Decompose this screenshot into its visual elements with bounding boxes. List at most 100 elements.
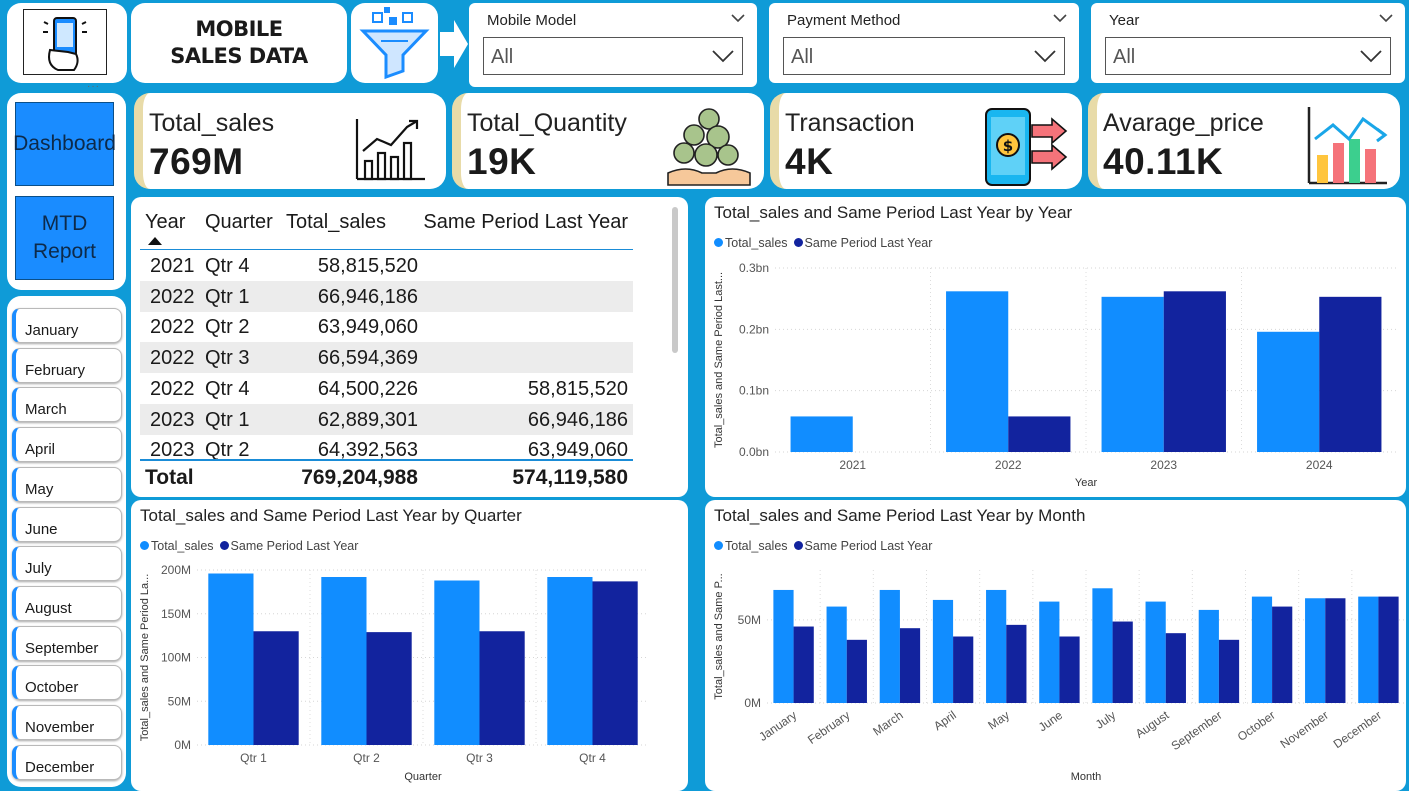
table-row: 2022 Qtr 3 66,594,369: [140, 342, 633, 374]
month-button-january[interactable]: January: [12, 308, 122, 343]
bar-same-period-qtr-2[interactable]: [366, 632, 412, 745]
bar-total-sales-2021[interactable]: [790, 416, 853, 452]
bar-same-period-qtr-1[interactable]: [253, 631, 299, 745]
cell-year: 2023: [150, 408, 195, 431]
chevron-down-icon[interactable]: [731, 11, 745, 25]
bar-same-period-qtr-4[interactable]: [592, 581, 638, 745]
bar-total-sales-qtr-3[interactable]: [434, 580, 480, 746]
bar-same-period-2024[interactable]: [1319, 296, 1382, 452]
month-label: August: [25, 599, 72, 617]
cell-same-period: 58,815,520: [527, 377, 628, 400]
bar-total-sales-2024[interactable]: [1257, 331, 1320, 452]
month-button-november[interactable]: November: [12, 705, 122, 740]
month-button-july[interactable]: July: [12, 546, 122, 582]
x-tick-label: November: [1278, 708, 1331, 751]
bar-total-sales-qtr-2[interactable]: [321, 577, 367, 745]
month-label: June: [25, 520, 58, 538]
kpi-value: 40.11K: [1103, 141, 1224, 182]
month-button-february[interactable]: February: [12, 347, 122, 383]
cell-year: 2022: [150, 347, 195, 370]
bar-total-sales-qtr-4[interactable]: [547, 577, 593, 745]
month-button-october[interactable]: October: [12, 665, 122, 701]
y-axis-title: Total_sales and Same P...: [713, 573, 725, 699]
bar-total-sales-april[interactable]: [932, 599, 954, 703]
bar-total-sales-july[interactable]: [1092, 588, 1113, 703]
total-sales-value: 769,204,988: [301, 466, 418, 489]
more-options-icon[interactable]: ···: [87, 81, 100, 92]
mtd-report-button[interactable]: MTD Report: [15, 196, 114, 280]
year-bar-chart: 0.0bn 0.1bn 0.2bn 0.3bn 2021 2022 2023 2024 Year…: [713, 261, 1397, 489]
y-tick-label: 150M: [161, 607, 191, 621]
month-button-march[interactable]: March: [12, 387, 122, 423]
bar-same-period-october[interactable]: [1272, 606, 1293, 703]
bar-total-sales-december[interactable]: [1358, 596, 1379, 703]
bar-same-period-may[interactable]: [1006, 624, 1027, 703]
payment-method-dropdown[interactable]: All: [783, 37, 1065, 75]
slicer-payment-method[interactable]: Payment Method All: [769, 3, 1079, 83]
bar-total-sales-january[interactable]: [773, 589, 794, 703]
kpi-value: 19K: [467, 141, 537, 182]
y-tick-label: 0M: [174, 738, 191, 752]
table-scrollbar[interactable]: [672, 207, 678, 353]
year-dropdown[interactable]: All: [1105, 37, 1391, 75]
bar-same-period-august[interactable]: [1165, 633, 1186, 703]
x-tick-label: 2023: [1150, 458, 1177, 472]
y-tick-label: 0.2bn: [739, 322, 769, 336]
chevron-down-icon[interactable]: [1379, 11, 1393, 25]
x-tick-label: 2021: [839, 458, 866, 472]
bar-same-period-february[interactable]: [846, 639, 867, 703]
month-button-august[interactable]: August: [12, 585, 122, 621]
x-tick-label: June: [1036, 708, 1066, 735]
x-axis-title: Month: [1071, 771, 1102, 783]
bar-same-period-march[interactable]: [899, 628, 921, 703]
column-header-total-sales[interactable]: Total_sales: [286, 211, 386, 234]
y-axis-title: Total_sales and Same Period La...: [139, 574, 151, 742]
column-header-same-period[interactable]: Same Period Last Year: [423, 211, 628, 234]
bar-same-period-july[interactable]: [1112, 621, 1133, 703]
phone-transfer-icon: $: [985, 108, 1068, 186]
column-header-quarter[interactable]: Quarter: [205, 211, 273, 234]
chevron-down-icon[interactable]: [1053, 11, 1067, 25]
table-row: 2022 Qtr 1 66,946,186: [140, 280, 633, 312]
page-title: MOBILE SALES DATA: [170, 17, 308, 68]
bar-total-sales-october[interactable]: [1251, 596, 1273, 703]
bar-same-period-september[interactable]: [1218, 639, 1240, 703]
bar-same-period-december[interactable]: [1378, 596, 1399, 703]
bar-total-sales-september[interactable]: [1198, 609, 1219, 703]
chart-by-year: Total_sales and Same Period Last Year by…: [705, 197, 1406, 497]
month-button-may[interactable]: May: [12, 466, 122, 502]
bar-same-period-2022[interactable]: [1008, 416, 1071, 452]
bar-same-period-april[interactable]: [953, 636, 974, 704]
bar-same-period-qtr-3[interactable]: [479, 631, 525, 745]
cell-total-sales: 64,500,226: [317, 377, 418, 400]
y-tick-label: 0.1bn: [739, 384, 769, 398]
slicer-label: Payment Method: [787, 12, 901, 29]
bar-total-sales-march[interactable]: [879, 589, 900, 703]
dropdown-value: All: [791, 46, 814, 68]
dashboard-button[interactable]: Dashboard: [13, 102, 116, 186]
bar-total-sales-2022[interactable]: [946, 291, 1009, 452]
kpi-title: Total_Quantity: [467, 109, 627, 137]
bar-same-period-november[interactable]: [1325, 598, 1346, 703]
slicer-mobile-model[interactable]: Mobile Model All: [469, 3, 757, 87]
mobile-model-dropdown[interactable]: All: [483, 37, 743, 75]
month-button-april[interactable]: April: [12, 427, 122, 463]
month-button-september[interactable]: September: [12, 625, 122, 661]
bar-same-period-june[interactable]: [1059, 636, 1080, 704]
bar-total-sales-2023[interactable]: [1101, 296, 1164, 452]
column-header-year[interactable]: Year: [145, 211, 185, 234]
x-tick-label: 2024: [1306, 458, 1333, 472]
bar-total-sales-february[interactable]: [826, 606, 847, 703]
bar-same-period-january[interactable]: [793, 626, 814, 703]
month-button-june[interactable]: June: [12, 506, 122, 542]
bar-total-sales-november[interactable]: [1305, 598, 1326, 703]
x-tick-label: February: [805, 708, 852, 747]
table-row: 2023 Qtr 1 62,889,301 66,946,186: [140, 403, 633, 435]
bar-total-sales-qtr-1[interactable]: [208, 573, 254, 746]
bar-total-sales-june[interactable]: [1039, 601, 1060, 703]
bar-same-period-2023[interactable]: [1163, 291, 1226, 452]
bar-total-sales-may[interactable]: [986, 589, 1007, 703]
bar-total-sales-august[interactable]: [1145, 601, 1166, 703]
month-button-december[interactable]: December: [12, 744, 122, 780]
slicer-year[interactable]: Year All: [1091, 3, 1405, 83]
